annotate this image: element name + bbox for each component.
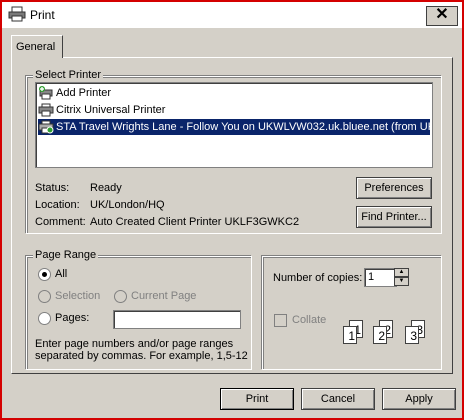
collate-stack-2: 2 2: [373, 320, 393, 344]
selection-radio[interactable]: [38, 290, 51, 303]
current-page-radio[interactable]: [114, 290, 127, 303]
print-button[interactable]: Print: [220, 388, 294, 410]
page-range-help-line1: Enter page numbers and/or page ranges: [35, 338, 234, 350]
selection-label: Selection: [55, 290, 101, 302]
close-icon: ✕: [435, 6, 449, 23]
collate-label: Collate: [292, 314, 327, 326]
comment-value: Auto Created Client Printer UKLF3GWKC2: [90, 216, 300, 228]
location-value: UK/London/HQ: [90, 199, 165, 211]
spin-up-icon[interactable]: ▲: [394, 268, 409, 277]
collate-stack-3: 3 3: [405, 320, 425, 344]
collate-page: 2: [373, 326, 387, 344]
printer-item-add[interactable]: Add Printer: [38, 85, 111, 101]
title-bar[interactable]: Print ✕: [2, 2, 462, 28]
cancel-button[interactable]: Cancel: [301, 388, 375, 410]
all-radio[interactable]: [38, 268, 51, 281]
network-printer-icon: [38, 120, 54, 134]
status-value: Ready: [90, 182, 122, 194]
pages-label: Pages:: [55, 312, 90, 324]
close-button[interactable]: ✕: [426, 6, 458, 26]
printer-label: Citrix Universal Printer: [56, 104, 166, 116]
preferences-button[interactable]: Preferences: [356, 177, 432, 199]
apply-button[interactable]: Apply: [382, 388, 456, 410]
printer-item-citrix[interactable]: Citrix Universal Printer: [38, 102, 165, 118]
all-label: All: [55, 268, 68, 280]
pages-input[interactable]: [113, 310, 241, 329]
printer-icon: [8, 6, 26, 22]
find-printer-button[interactable]: Find Printer...: [356, 206, 432, 228]
collate-page: 1: [343, 326, 357, 344]
collate-stack-1: 1 1: [343, 320, 363, 344]
add-printer-icon: [38, 86, 54, 100]
printer-label: STA Travel Wrights Lane - Follow You on …: [56, 121, 433, 133]
printer-icon: [38, 103, 54, 117]
select-printer-title: Select Printer: [33, 69, 104, 81]
page-range-help-line2: separated by commas. For example, 1,5-12: [35, 350, 248, 362]
pages-radio[interactable]: [38, 312, 51, 325]
printer-item-sta-travel[interactable]: STA Travel Wrights Lane - Follow You on …: [38, 119, 433, 135]
spin-down-icon[interactable]: ▼: [394, 277, 409, 286]
collate-page: 3: [405, 326, 419, 344]
copies-label: Number of copies:: [273, 272, 363, 284]
comment-label: Comment:: [35, 216, 86, 228]
tab-label: General: [16, 41, 56, 53]
status-label: Status:: [35, 182, 70, 194]
copies-spinner[interactable]: ▲ ▼: [394, 268, 409, 287]
location-label: Location:: [35, 199, 80, 211]
current-page-label: Current Page: [131, 290, 197, 302]
print-dialog: Print ✕ General Select Printer Add Print…: [0, 0, 464, 420]
printer-label: Add Printer: [56, 87, 112, 99]
copies-input[interactable]: 1: [364, 268, 397, 287]
printer-list[interactable]: Add Printer Citrix Universal Printer STA…: [35, 82, 433, 168]
page-range-title: Page Range: [33, 249, 99, 261]
collate-checkbox[interactable]: [274, 314, 287, 327]
window-title: Print: [30, 8, 55, 22]
tab-general[interactable]: General: [11, 35, 63, 58]
